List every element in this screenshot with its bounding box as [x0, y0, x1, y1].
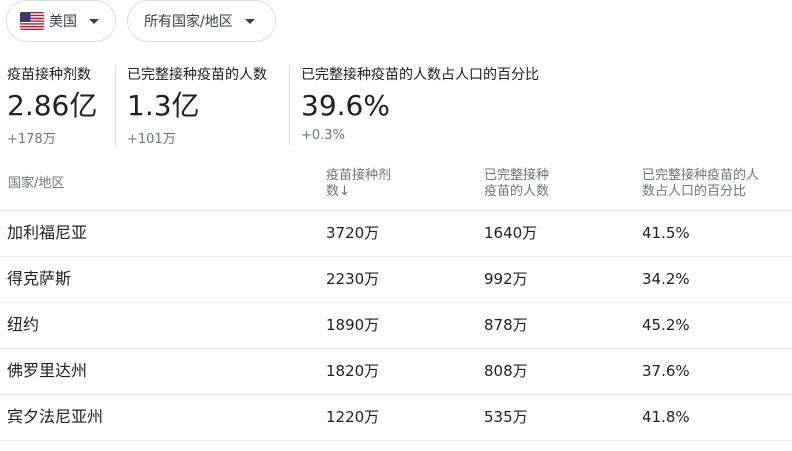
cell-pct: 41.5% — [642, 224, 690, 242]
table-header: 国家/地区 疫苗接种剂 数↓ 已完整接种 疫苗的人数 已完整接种疫苗的人 数占人… — [0, 166, 792, 211]
divider — [115, 66, 116, 146]
stat-value: 2.86亿 — [7, 89, 98, 122]
stat-fully-vaccinated-pct: 已完整接种疫苗的人数占人口的百分比 39.6% +0.3% — [301, 64, 539, 143]
stat-title: 已完整接种疫苗的人数占人口的百分比 — [301, 67, 539, 83]
cell-doses: 1890万 — [326, 316, 380, 334]
cell-pct: 37.6% — [642, 362, 690, 380]
cell-pct: 45.2% — [642, 316, 690, 334]
header-full-line1: 已完整接种 — [484, 168, 550, 183]
cell-region: 宾夕法尼亚州 — [7, 407, 104, 426]
cell-fully-vaccinated: 535万 — [484, 408, 528, 426]
cell-region: 加利福尼亚 — [7, 223, 88, 242]
chevron-down-icon — [244, 18, 255, 24]
stat-delta: +101万 — [127, 132, 176, 147]
stat-title: 疫苗接种剂数 — [7, 67, 91, 83]
sort-down-arrow-icon: ↓ — [339, 184, 350, 199]
cell-doses: 3720万 — [326, 224, 380, 242]
stat-total-doses: 疫苗接种剂数 2.86亿 +178万 — [7, 64, 97, 147]
table-row[interactable]: 加利福尼亚 3720万 1640万 41.5% — [0, 210, 792, 257]
header-fully-vaccinated[interactable]: 已完整接种 疫苗的人数 — [484, 168, 549, 200]
stat-value: 39.6% — [301, 89, 390, 122]
stat-title: 已完整接种疫苗的人数 — [127, 67, 267, 83]
cell-fully-vaccinated: 808万 — [484, 362, 528, 380]
table-row[interactable]: 宾夕法尼亚州 1220万 535万 41.8% — [0, 394, 792, 441]
region-filter-label: 所有国家/地区 — [144, 14, 233, 30]
table-row[interactable]: 得克萨斯 2230万 992万 34.2% — [0, 256, 792, 303]
cell-doses: 2230万 — [326, 270, 380, 288]
header-fully-vaccinated-pct[interactable]: 已完整接种疫苗的人 数占人口的百分比 — [642, 168, 759, 200]
stat-delta: +0.3% — [301, 128, 345, 143]
cell-doses: 1220万 — [326, 408, 380, 426]
table-row[interactable]: 纽约 1890万 878万 45.2% — [0, 302, 792, 349]
country-filter-chip[interactable]: 美国 — [6, 0, 116, 42]
stat-value: 1.3亿 — [127, 89, 200, 122]
chevron-down-icon — [89, 18, 99, 24]
cell-fully-vaccinated: 878万 — [484, 316, 528, 334]
cell-region: 佛罗里达州 — [7, 361, 88, 380]
cell-region: 纽约 — [7, 315, 40, 334]
header-full-line2: 疫苗的人数 — [484, 184, 550, 199]
cell-pct: 41.8% — [642, 408, 690, 426]
header-region[interactable]: 国家/地区 — [8, 176, 64, 192]
stat-delta: +178万 — [7, 132, 56, 147]
stat-fully-vaccinated: 已完整接种疫苗的人数 1.3亿 +101万 — [127, 64, 267, 147]
header-doses[interactable]: 疫苗接种剂 数↓ — [326, 168, 391, 200]
header-pct-line2: 数占人口的百分比 — [642, 184, 747, 199]
header-doses-line2: 数 — [326, 184, 340, 199]
header-doses-line1: 疫苗接种剂 — [326, 168, 392, 183]
us-flag-icon — [20, 12, 44, 30]
table-row[interactable]: 佛罗里达州 1820万 808万 37.6% — [0, 348, 792, 395]
region-filter-chip[interactable]: 所有国家/地区 — [127, 0, 276, 42]
header-pct-line1: 已完整接种疫苗的人 — [642, 168, 760, 183]
cell-fully-vaccinated: 1640万 — [484, 224, 538, 242]
country-filter-label: 美国 — [49, 14, 77, 30]
cell-pct: 34.2% — [642, 270, 690, 288]
cell-doses: 1820万 — [326, 362, 380, 380]
cell-fully-vaccinated: 992万 — [484, 270, 528, 288]
cell-region: 得克萨斯 — [7, 269, 72, 288]
divider — [289, 66, 290, 146]
